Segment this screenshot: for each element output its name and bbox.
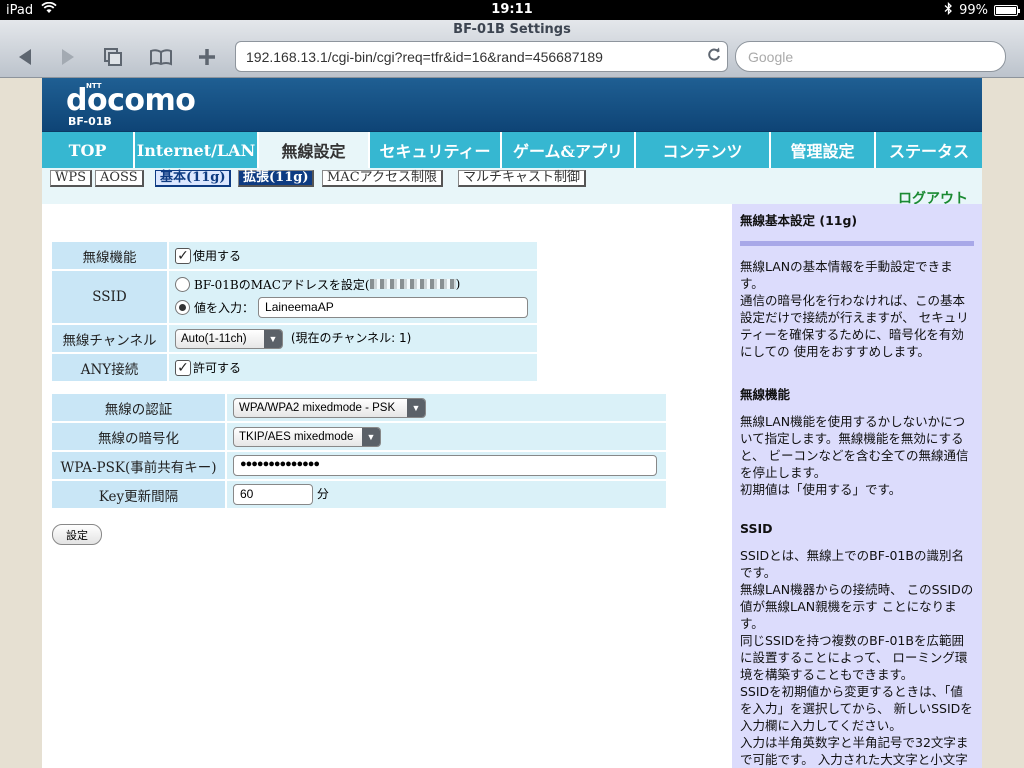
bluetooth-icon [944, 1, 953, 19]
subtab-multicast[interactable]: マルチキャスト制御 [458, 170, 587, 187]
search-placeholder: Google [748, 49, 794, 65]
psk-cell: ●●●●●●●●●●●●●● [227, 452, 666, 479]
help-intro-1: 無線LANの基本情報を手動設定できます。 [740, 259, 953, 291]
sub-tabs: WPS AOSS 基本(11g) 拡張(11g) MACアクセス制限 マルチキャ… [42, 168, 982, 207]
help-ssid-title: SSID [740, 521, 773, 536]
encryption-select[interactable]: TKIP/AES mixedmode ▼ [233, 426, 381, 447]
channel-select[interactable]: Auto(1-11ch) ▼ [175, 328, 283, 349]
basic-settings-table: 無線機能 ✓ 使用する SSID BF-01BのMACアドレスを設定( ) 値を… [50, 240, 539, 383]
settings-content: 無線機能 ✓ 使用する SSID BF-01BのMACアドレスを設定( ) 値を… [42, 204, 732, 768]
wireless-label: 無線機能 [52, 242, 167, 269]
address-bar[interactable]: 192.168.13.1/cgi-bin/cgi?req=tfr&id=16&r… [235, 41, 728, 72]
ssid-cell: BF-01BのMACアドレスを設定( ) 値を入力： LaineemaAP [169, 271, 537, 323]
any-allow-checkbox[interactable]: ✓ [175, 359, 191, 376]
subtab-basic[interactable]: 基本(11g) [155, 170, 232, 187]
bookmarks-icon[interactable] [146, 44, 176, 70]
tab-game-apps[interactable]: ゲーム&アプリ [502, 132, 636, 168]
help-ssid-text-5: 入力は半角英数字と半角記号で32文字まで可能です。 入力された大文字と小文字は区… [740, 735, 969, 767]
help-title: 無線基本設定 (11g) [740, 213, 858, 228]
web-page: NTT docomo BF-01B TOP Internet/LAN 無線設定 … [0, 78, 1024, 768]
key-interval-label: Key更新間隔 [52, 481, 225, 508]
key-interval-input[interactable]: 60 [233, 484, 313, 505]
router-admin-site: NTT docomo BF-01B TOP Internet/LAN 無線設定 … [42, 78, 982, 768]
tab-security[interactable]: セキュリティー [370, 132, 502, 168]
channel-label: 無線チャンネル [52, 325, 167, 352]
address-text: 192.168.13.1/cgi-bin/cgi?req=tfr&id=16&r… [246, 49, 603, 65]
any-label: ANY接続 [52, 354, 167, 381]
help-wireless-title: 無線機能 [740, 387, 791, 402]
key-interval-cell: 60 分 [227, 481, 666, 508]
help-sidebar: 無線基本設定 (11g) 無線LANの基本情報を手動設定できます。 通信の暗号化… [732, 204, 982, 768]
ssid-mac-radio[interactable] [175, 276, 190, 292]
reload-icon[interactable] [707, 46, 721, 67]
help-ssid-text-4: SSIDを初期値から変更するときは、「値を入力」を選択してから、 新しいSSID… [740, 684, 973, 733]
subtab-extended[interactable]: 拡張(11g) [238, 170, 315, 187]
any-cell: ✓ 許可する [169, 354, 537, 381]
encryption-cell: TKIP/AES mixedmode ▼ [227, 423, 666, 450]
help-wireless-text-1: 無線LAN機能を使用するかしないかについて指定します。無線機能を無効にすると、 … [740, 414, 969, 480]
psk-label: WPA-PSK(事前共有キー) [52, 452, 225, 479]
channel-select-value: Auto(1-11ch) [181, 332, 247, 345]
help-wireless-text-2: 初期値は「使用する」です。 [740, 482, 902, 497]
tab-contents[interactable]: コンテンツ [636, 132, 771, 168]
apply-button[interactable]: 設定 [52, 524, 102, 545]
psk-input[interactable]: ●●●●●●●●●●●●●● [233, 455, 657, 476]
wireless-cell: ✓ 使用する [169, 242, 537, 269]
add-bookmark-icon[interactable] [192, 44, 222, 70]
auth-select[interactable]: WPA/WPA2 mixedmode - PSK ▼ [233, 397, 426, 418]
auth-cell: WPA/WPA2 mixedmode - PSK ▼ [227, 394, 666, 421]
masked-mac-address [369, 279, 456, 289]
chevron-down-icon: ▼ [362, 427, 380, 446]
main-tabs: TOP Internet/LAN 無線設定 セキュリティー ゲーム&アプリ コン… [42, 132, 982, 168]
battery-icon [994, 5, 1020, 16]
tab-internet-lan[interactable]: Internet/LAN [135, 132, 259, 168]
tab-status[interactable]: ステータス [876, 132, 982, 168]
search-field[interactable]: Google [735, 41, 1006, 72]
back-icon[interactable] [10, 44, 40, 70]
encryption-label: 無線の暗号化 [52, 423, 225, 450]
ssid-mac-label-end: ) [455, 277, 461, 291]
subtab-mac-filter[interactable]: MACアクセス制限 [322, 170, 443, 187]
tab-top[interactable]: TOP [42, 132, 135, 168]
subtab-wps[interactable]: WPS [50, 170, 93, 187]
auth-select-value: WPA/WPA2 mixedmode - PSK [239, 401, 396, 414]
channel-cell: Auto(1-11ch) ▼ (現在のチャンネル: 1) [169, 325, 537, 352]
any-allow-label: 許可する [193, 361, 242, 375]
help-ssid-text-2: 無線LAN機器からの接続時、 このSSIDの値が無線LAN親機を示す ことになり… [740, 582, 974, 631]
help-intro-2: 通信の暗号化を行わなければ、この基本設定だけで接続が行えますが、 セキュリティー… [740, 293, 969, 359]
ssid-input[interactable]: LaineemaAP [258, 296, 529, 318]
status-bar: iPad 19:11 99% [0, 0, 1024, 20]
pages-icon[interactable] [98, 44, 128, 70]
help-ssid-text-1: SSIDとは、無線上でのBF-01Bの識別名です。 [740, 548, 964, 580]
key-interval-unit: 分 [316, 487, 329, 501]
chevron-down-icon: ▼ [407, 398, 425, 417]
tab-wireless[interactable]: 無線設定 [259, 132, 370, 168]
ssid-custom-radio[interactable] [175, 299, 190, 315]
site-header: NTT docomo BF-01B [42, 78, 982, 132]
ssid-custom-label: 値を入力： [194, 300, 255, 315]
encryption-select-value: TKIP/AES mixedmode [239, 430, 354, 443]
security-settings-table: 無線の認証 WPA/WPA2 mixedmode - PSK ▼ 無線の暗号化 T… [50, 392, 668, 510]
wireless-enable-label: 使用する [193, 249, 242, 263]
battery-percent: 99% [959, 3, 988, 18]
tab-management[interactable]: 管理設定 [771, 132, 876, 168]
chevron-down-icon: ▼ [264, 329, 282, 348]
model-name: BF-01B [68, 115, 112, 128]
auth-label: 無線の認証 [52, 394, 225, 421]
browser-page-title: BF-01B Settings [453, 22, 571, 37]
clock: 19:11 [491, 2, 533, 17]
help-divider [740, 241, 974, 246]
ssid-label: SSID [52, 271, 167, 323]
forward-icon[interactable] [53, 44, 83, 70]
browser-toolbar: BF-01B Settings 192.168.13.1/cgi-bin/cgi… [0, 20, 1024, 78]
docomo-logo: docomo [66, 83, 196, 118]
current-channel: (現在のチャンネル: 1) [290, 331, 412, 345]
ssid-mac-label: BF-01BのMACアドレスを設定( [194, 277, 370, 292]
help-ssid-text-3: 同じSSIDを持つ複数のBF-01Bを広範囲に設置することによって、 ローミング… [740, 633, 968, 682]
subtab-aoss[interactable]: AOSS [95, 170, 144, 187]
wireless-enable-checkbox[interactable]: ✓ [175, 247, 191, 264]
